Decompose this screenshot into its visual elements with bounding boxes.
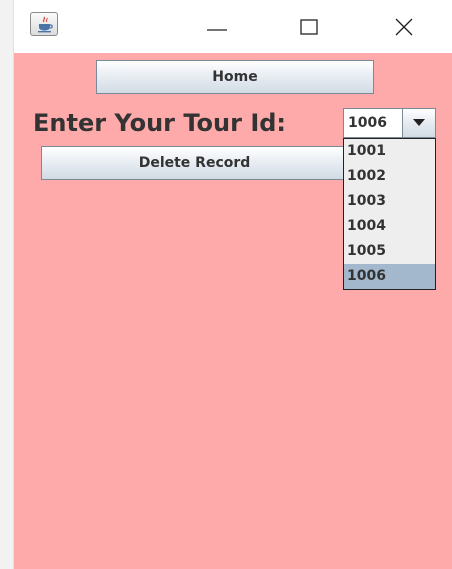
minimize-icon[interactable] (200, 12, 234, 42)
form-panel: Home Enter Your Tour Id: 1006 Delete Rec… (14, 53, 452, 569)
title-bar[interactable] (14, 0, 452, 53)
dropdown-option-1005[interactable]: 1005 (344, 239, 435, 264)
tour-id-select[interactable]: 1006 (343, 108, 436, 138)
dropdown-option-1002[interactable]: 1002 (344, 164, 435, 189)
tour-id-selected-value: 1006 (348, 115, 387, 131)
dropdown-option-1006[interactable]: 1006 (344, 264, 435, 289)
chevron-down-icon[interactable] (402, 109, 435, 137)
dropdown-option-1004[interactable]: 1004 (344, 214, 435, 239)
dropdown-option-1003[interactable]: 1003 (344, 189, 435, 214)
close-icon[interactable] (387, 12, 421, 42)
delete-record-button[interactable]: Delete Record (41, 146, 348, 180)
java-icon[interactable] (30, 12, 58, 36)
home-button[interactable]: Home (96, 60, 374, 94)
window-left-border (0, 0, 14, 569)
tour-id-label: Enter Your Tour Id: (33, 109, 287, 137)
tour-id-dropdown-list: 1001 1002 1003 1004 1005 1006 (343, 138, 436, 290)
dropdown-option-1001[interactable]: 1001 (344, 139, 435, 164)
maximize-icon[interactable] (292, 12, 326, 42)
